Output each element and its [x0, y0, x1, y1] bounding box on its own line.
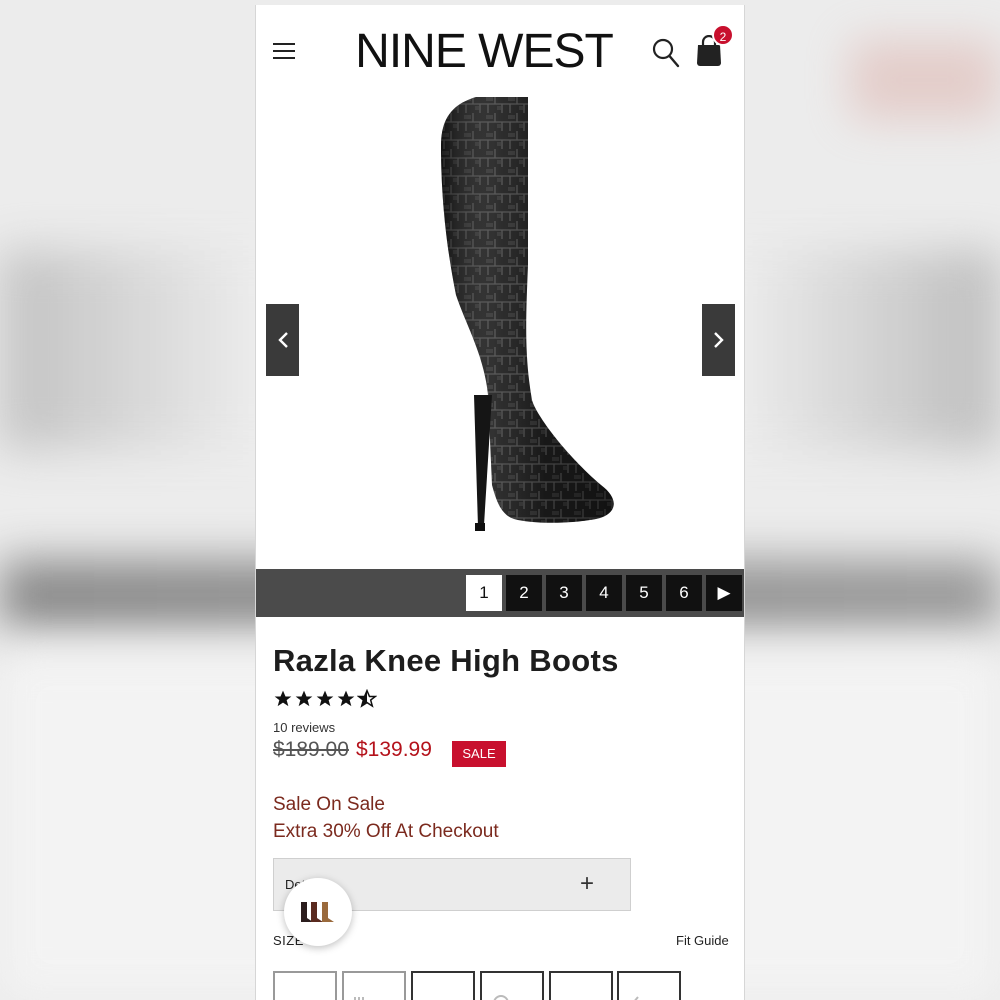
pager-page-5[interactable]: 5	[626, 575, 662, 611]
chevron-left-icon	[277, 332, 288, 348]
gallery-pager: 1 2 3 4 5 6 ▶	[256, 569, 744, 617]
sale-price: $139.99	[356, 738, 432, 761]
plus-icon: +	[580, 870, 595, 897]
pager-page-1[interactable]: 1	[466, 575, 502, 611]
site-header: NINE WEST 2	[256, 5, 744, 95]
star-full-icon	[274, 690, 292, 707]
size-option[interactable]	[617, 971, 681, 1000]
promo-message: Sale On Sale Extra 30% Off At Checkout	[273, 791, 499, 845]
size-option[interactable]	[549, 971, 613, 1000]
fit-guide-link[interactable]: Fit Guide	[676, 933, 729, 948]
size-option[interactable]	[273, 971, 337, 1000]
star-full-icon	[295, 690, 313, 707]
menu-icon[interactable]	[273, 43, 295, 61]
search-icon[interactable]	[652, 38, 680, 68]
rating-stars[interactable]	[273, 689, 377, 711]
star-half-icon	[357, 689, 377, 708]
back-icon[interactable]	[628, 991, 642, 1000]
star-full-icon	[316, 690, 334, 707]
pager-next-button[interactable]: ▶	[706, 575, 742, 611]
reviews-count-link[interactable]: 10 reviews	[273, 720, 335, 735]
recent-apps-icon[interactable]	[352, 991, 366, 1000]
star-full-icon	[337, 690, 355, 707]
pager-page-4[interactable]: 4	[586, 575, 622, 611]
boots-thumbnail-icon	[301, 902, 334, 922]
promo-line-1: Sale On Sale	[273, 794, 385, 815]
size-option[interactable]	[411, 971, 475, 1000]
size-option[interactable]	[480, 971, 544, 1000]
product-title: Razla Knee High Boots	[273, 643, 619, 678]
cart-count-badge: 2	[712, 24, 734, 46]
mobile-page: NINE WEST 2 1 2 3 4 5 6 ▶ Razla Knee Hig…	[255, 5, 745, 1000]
original-price: $189.00	[273, 738, 349, 761]
next-image-button[interactable]	[702, 304, 735, 376]
previous-image-button[interactable]	[266, 304, 299, 376]
pager-page-6[interactable]: 6	[666, 575, 702, 611]
sale-badge: SALE	[452, 741, 506, 767]
boot-product-image[interactable]	[396, 95, 626, 535]
home-icon[interactable]	[491, 991, 511, 1000]
color-swatch-thumbnail[interactable]	[284, 878, 352, 946]
product-gallery	[256, 95, 744, 569]
promo-line-2: Extra 30% Off At Checkout	[273, 821, 499, 842]
pager-page-2[interactable]: 2	[506, 575, 542, 611]
chevron-right-icon	[713, 332, 724, 348]
pager-page-3[interactable]: 3	[546, 575, 582, 611]
brand-logo[interactable]: NINE WEST	[354, 25, 614, 79]
